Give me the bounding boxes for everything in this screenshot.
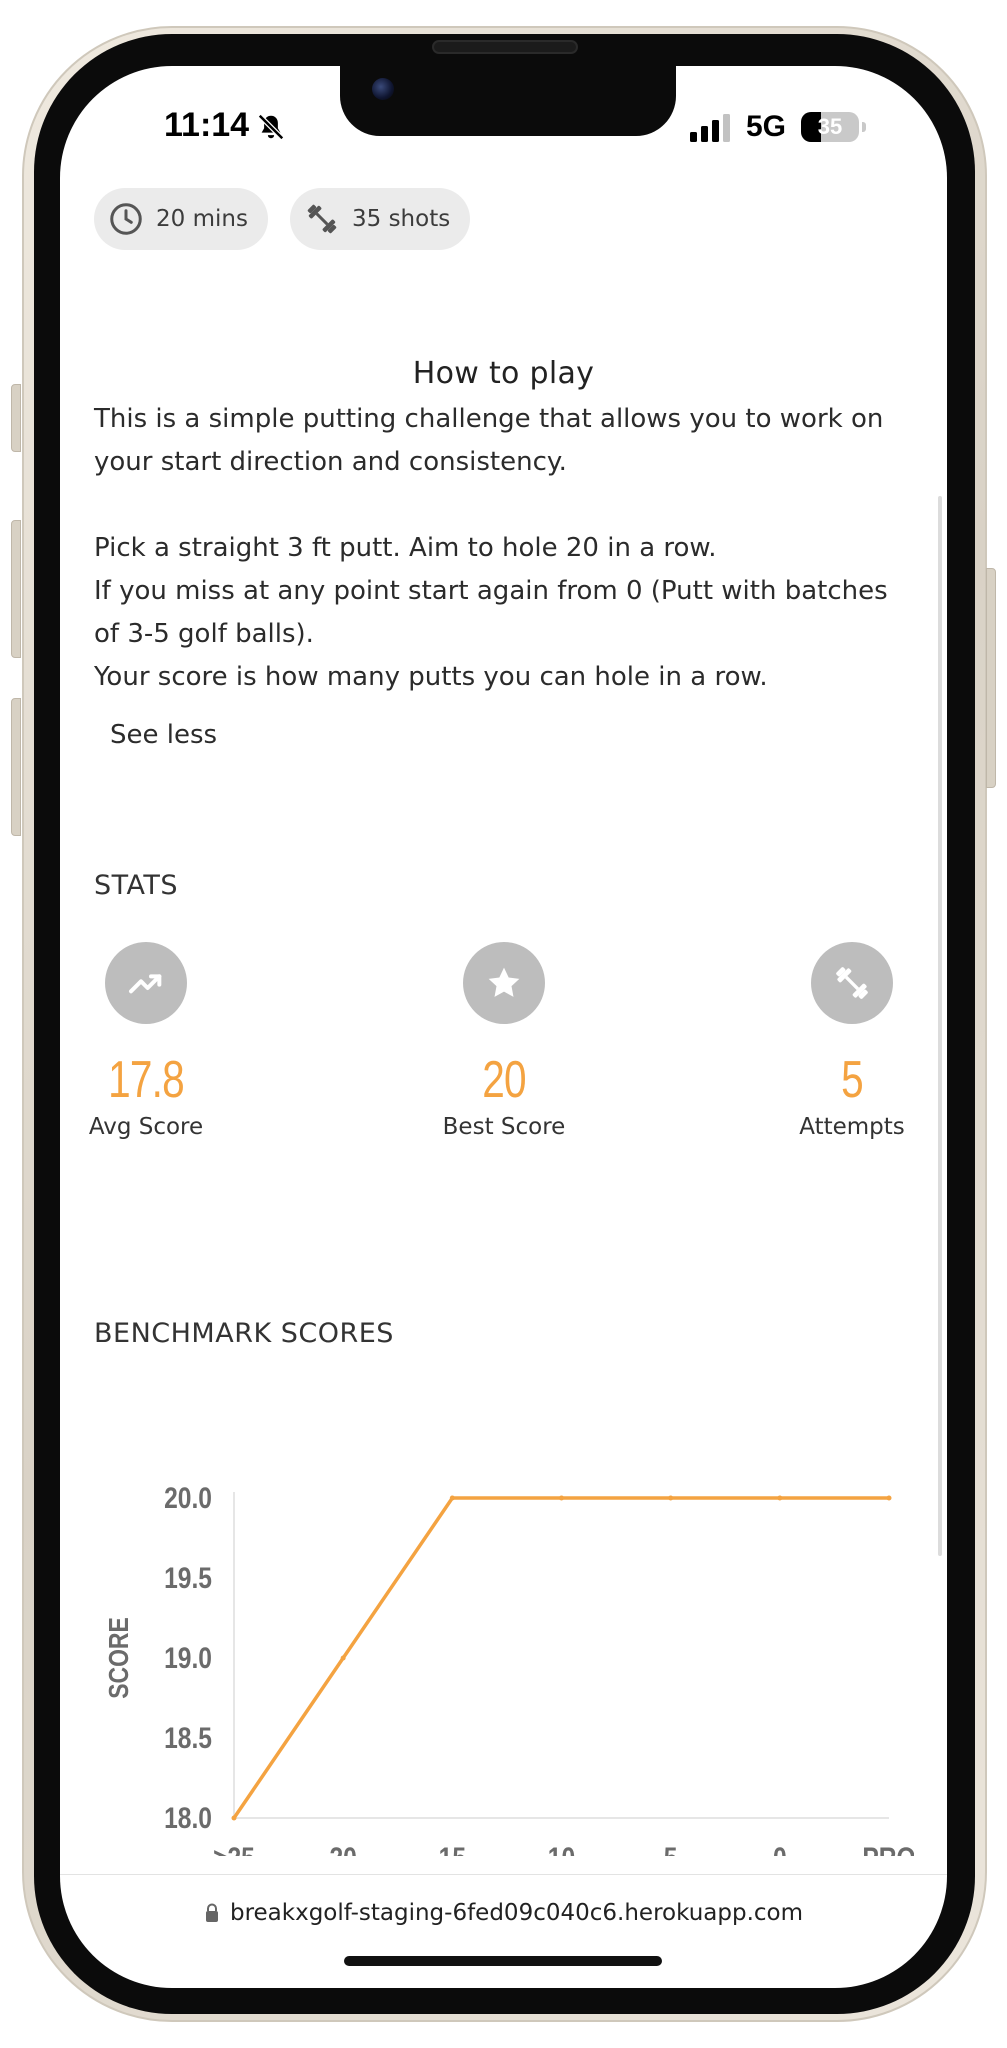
volume-up-button: [11, 520, 21, 658]
notch: [340, 66, 676, 136]
x-tick-label: 5: [664, 1841, 678, 1856]
series-line: [232, 1496, 891, 1820]
speaker-grill: [432, 40, 578, 54]
battery-icon: 35: [801, 112, 859, 142]
status-time: 11:14: [164, 106, 250, 144]
stat-avg-score: 17.8 Avg Score: [60, 942, 246, 1140]
avg-score-label: Avg Score: [88, 1114, 204, 1140]
power-button: [986, 568, 996, 788]
stat-icon: [463, 942, 545, 1024]
stat-icon: [105, 942, 187, 1024]
lock-icon: [205, 1903, 218, 1922]
x-tick-label: 15: [439, 1841, 466, 1856]
shots-label: 35 shots: [352, 206, 451, 232]
dumbbell-icon: [836, 967, 868, 999]
data-point: [668, 1495, 674, 1501]
data-point: [559, 1495, 564, 1501]
how-to-play-line: Your score is how many putts you can hol…: [94, 662, 768, 692]
data-point: [340, 1655, 346, 1661]
volume-down-button: [11, 698, 21, 836]
best-score-label: Best Score: [442, 1114, 566, 1140]
attempts-value: 5: [841, 1051, 864, 1109]
x-tick-label: 0: [773, 1841, 787, 1856]
attempts-label: Attempts: [799, 1114, 905, 1140]
how-to-play-title: How to play: [412, 356, 595, 391]
stat-best-score: 20 Best Score: [404, 942, 604, 1140]
network-type: 5G: [746, 110, 787, 143]
url-bar-divider: [60, 1874, 947, 1875]
bell-muted-icon: [257, 113, 285, 141]
how-to-play-line: Pick a straight 3 ft putt. Aim to hole 2…: [94, 533, 717, 563]
stats-title: STATS: [94, 870, 179, 901]
shots-chip: 35 shots: [290, 188, 471, 250]
scroll-indicator[interactable]: [938, 496, 942, 1556]
silent-switch: [11, 384, 21, 452]
y-axis-label: SCORE: [104, 1617, 135, 1699]
url-text: breakxgolf-staging-6fed09c040c6.herokuap…: [229, 1900, 804, 1926]
dumbbell-icon: [307, 204, 337, 234]
stat-icon: [811, 942, 893, 1024]
x-tick-label: >25: [213, 1841, 255, 1856]
how-to-play-paragraph: This is a simple putting challenge that …: [94, 404, 884, 477]
y-tick-label: 18.5: [164, 1721, 212, 1755]
y-tick-label: 19.0: [164, 1641, 212, 1675]
camera-icon: [372, 78, 394, 100]
screen: 11:14 5G 35 20 mins 35 shots How to play…: [60, 66, 947, 1988]
avg-score-value: 17.8: [108, 1051, 185, 1109]
benchmark-title: BENCHMARK SCORES: [94, 1318, 394, 1349]
clock-icon: [110, 203, 142, 235]
signal-icon: [690, 114, 730, 142]
battery-level: 35: [817, 114, 843, 139]
x-tick-label: PRO: [862, 1841, 914, 1856]
duration-chip: 20 mins: [94, 188, 268, 250]
data-point: [449, 1495, 455, 1501]
data-point: [231, 1815, 237, 1821]
best-score-value: 20: [482, 1051, 526, 1109]
star-icon: [488, 967, 520, 997]
stat-attempts: 5 Attempts: [752, 942, 947, 1140]
duration-label: 20 mins: [156, 206, 248, 232]
how-to-play-body: This is a simple putting challenge that …: [94, 398, 914, 699]
how-to-play-line: If you miss at any point start again fro…: [94, 576, 888, 649]
y-tick-label: 19.5: [164, 1561, 212, 1595]
home-indicator[interactable]: [344, 1956, 662, 1966]
y-tick-label: 18.0: [164, 1801, 212, 1835]
x-tick-label: 10: [548, 1841, 575, 1856]
battery-tip: [862, 122, 866, 132]
benchmark-chart: 18.018.519.019.520.0>2520151050PROHANDIC…: [104, 1481, 914, 1856]
see-less-button[interactable]: See less: [110, 720, 217, 750]
data-point: [777, 1495, 783, 1501]
y-tick-label: 20.0: [164, 1481, 212, 1515]
url-bar[interactable]: breakxgolf-staging-6fed09c040c6.herokuap…: [60, 1900, 947, 1926]
x-tick-label: 20: [329, 1841, 356, 1856]
trending-up-icon: [129, 974, 162, 994]
data-point: [886, 1495, 892, 1501]
